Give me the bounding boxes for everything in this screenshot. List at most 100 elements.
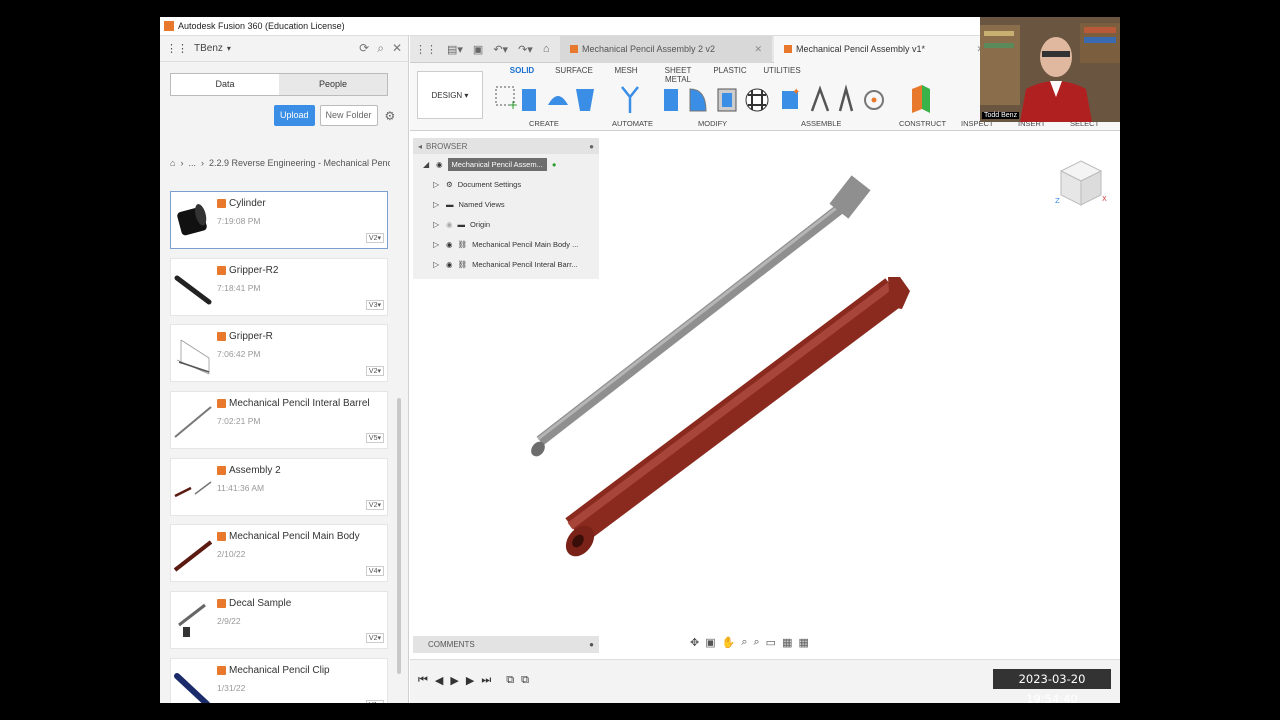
fit-icon[interactable]: ⌕ [754,636,760,649]
close-icon[interactable]: ✕ [392,41,402,56]
user-team-selector[interactable]: TBenz [194,43,223,54]
view-cube[interactable]: Z X [1055,155,1107,211]
group-modify[interactable]: MODIFY [698,119,727,128]
file-thumbnail [174,275,212,305]
version-badge[interactable]: V2▾ [365,233,384,243]
tab-mesh[interactable]: MESH [600,66,652,84]
version-badge[interactable]: V4▾ [365,566,384,577]
file-card[interactable]: Mechanical Pencil Interal Barrel 7:02:21… [170,391,388,450]
version-badge[interactable]: V2▾ [365,499,384,510]
ribbon-tabs: SOLID SURFACE MESH SHEET METAL PLASTIC U… [496,66,808,84]
step-back-icon[interactable]: ◀ [435,674,443,687]
file-card[interactable]: Decal Sample 2/9/22 V2▾ [170,591,388,650]
group-assemble[interactable]: ASSEMBLE [801,119,841,128]
design-cube-icon [570,45,578,53]
3d-viewport[interactable] [410,131,1120,636]
breadcrumb-folder[interactable]: 2.2.9 Reverse Engineering - Mechanical P… [209,158,390,168]
home-icon[interactable]: ⌂ [170,158,175,168]
as-built-joint-icon [838,84,854,112]
orbit-icon[interactable]: ✥ [690,636,699,649]
apps-grid-icon[interactable]: ⋮⋮ [166,42,188,55]
version-badge[interactable]: V3▾ [365,299,384,310]
new-folder-button[interactable]: New Folder [319,105,378,126]
home-icon[interactable]: ⌂ [543,43,550,55]
version-badge[interactable]: V5▾ [365,433,384,444]
sweep-icon [576,89,594,111]
version-badge[interactable]: V2▾ [365,633,384,644]
data-panel-header: ⋮⋮ TBenz ▾ ⟳ ⌕ ✕ [160,36,408,62]
pin-icon[interactable]: ● [589,640,594,649]
look-at-icon[interactable]: ▣ [705,636,715,649]
file-time: 1/31/22 [217,682,246,693]
viewports-icon[interactable]: ▦ [798,636,808,649]
breadcrumb-ellipsis[interactable]: ... [188,158,196,168]
design-cube-icon [217,332,226,342]
file-name: Mechanical Pencil Clip [229,664,330,676]
file-card[interactable]: Mechanical Pencil Clip 1/31/22 V1▾ [170,657,388,703]
version-badge[interactable]: V2▾ [365,366,384,377]
undo-icon[interactable]: ↶▾ [493,43,508,56]
file-time: 11:41:36 AM [217,482,265,493]
design-cube-icon [217,399,226,409]
fillet-icon [689,88,707,112]
step-forward-icon[interactable]: ▶ [466,674,474,687]
doc-tab-assembly-2[interactable]: Mechanical Pencil Assembly 2 v2 ✕ [560,35,772,63]
file-card[interactable]: Gripper-R2 7:18:41 PM V3▾ [170,257,388,316]
go-to-start-icon[interactable]: ⏮ [418,674,428,687]
tab-sheet-metal[interactable]: SHEET METAL [652,66,704,84]
close-icon[interactable]: ✕ [754,44,762,55]
display-settings-icon[interactable]: ▭ [766,636,776,649]
group-construct[interactable]: CONSTRUCT [899,119,946,128]
file-card[interactable]: Mechanical Pencil Main Body 2/10/22 V4▾ [170,524,388,583]
tab-plastic[interactable]: PLASTIC [704,66,756,84]
breadcrumb: ⌂ › ... › 2.2.9 Reverse Engineering - Me… [170,158,390,168]
version-badge[interactable]: V1▾ [365,699,384,703]
group-create[interactable]: CREATE [529,119,559,128]
file-name: Mechanical Pencil Main Body [229,531,360,543]
file-name: Assembly 2 [229,464,281,476]
tab-surface[interactable]: SURFACE [548,66,600,84]
automate-icon [621,86,639,113]
file-thumbnail [174,481,212,497]
gear-icon[interactable]: ⚙ [385,109,396,123]
play-icon[interactable]: ▶ [450,674,458,687]
scrollbar[interactable] [397,398,401,674]
file-name: Cylinder [229,198,266,209]
refresh-icon[interactable]: ⟳ [359,41,369,56]
save-icon[interactable]: ▣ [473,43,483,56]
zoom-icon[interactable]: ⌕ [741,636,747,649]
search-icon[interactable]: ⌕ [377,41,384,56]
file-card[interactable]: Gripper-R 7:06:42 PM V2▾ [170,324,388,383]
file-icon[interactable]: ▤▾ [447,43,463,56]
tab-people[interactable]: People [279,74,387,95]
file-card[interactable]: Assembly 2 11:41:36 AM V2▾ [170,457,388,516]
grid-icon[interactable]: ▦ [782,636,792,649]
doc-tab-assembly[interactable]: Mechanical Pencil Assembly v1* ✕ [774,35,994,63]
group-automate[interactable]: AUTOMATE [612,119,653,128]
file-thumbnail [173,540,213,573]
svg-text:X: X [1102,195,1107,203]
redo-icon[interactable]: ↷▾ [518,43,533,56]
offset-plane-icon [912,85,930,113]
webcam-overlay: Todd Benz [980,17,1120,122]
workspace-switcher[interactable]: DESIGN ▾ [417,71,483,119]
tab-data[interactable]: Data [171,74,279,95]
press-pull-icon [664,89,678,111]
apps-grid-icon[interactable]: ⋮⋮ [415,43,437,56]
go-to-end-icon[interactable]: ⏭ [481,674,491,687]
upload-button[interactable]: Upload [274,105,315,126]
data-actions: Upload New Folder ⚙ [274,105,395,126]
file-card[interactable]: Cylinder 7:19:08 PM V2▾ [170,191,388,249]
svg-text:✦: ✦ [792,87,800,98]
fusion-window: Autodesk Fusion 360 (Education License) … [160,17,1120,703]
appearance-icon [745,88,769,112]
timeline-feature-icon[interactable]: ⧉ [506,674,514,687]
comments-panel[interactable]: COMMENTS ● [413,636,599,653]
internal-barrel-model [531,175,871,457]
fusion-logo-icon [164,21,174,31]
pan-icon[interactable]: ✋ [722,636,736,649]
timeline-feature-icon[interactable]: ⧉ [521,674,529,687]
tab-solid[interactable]: SOLID [496,66,548,84]
chevron-down-icon[interactable]: ▾ [227,44,231,53]
tab-utilities[interactable]: UTILITIES [756,66,808,84]
